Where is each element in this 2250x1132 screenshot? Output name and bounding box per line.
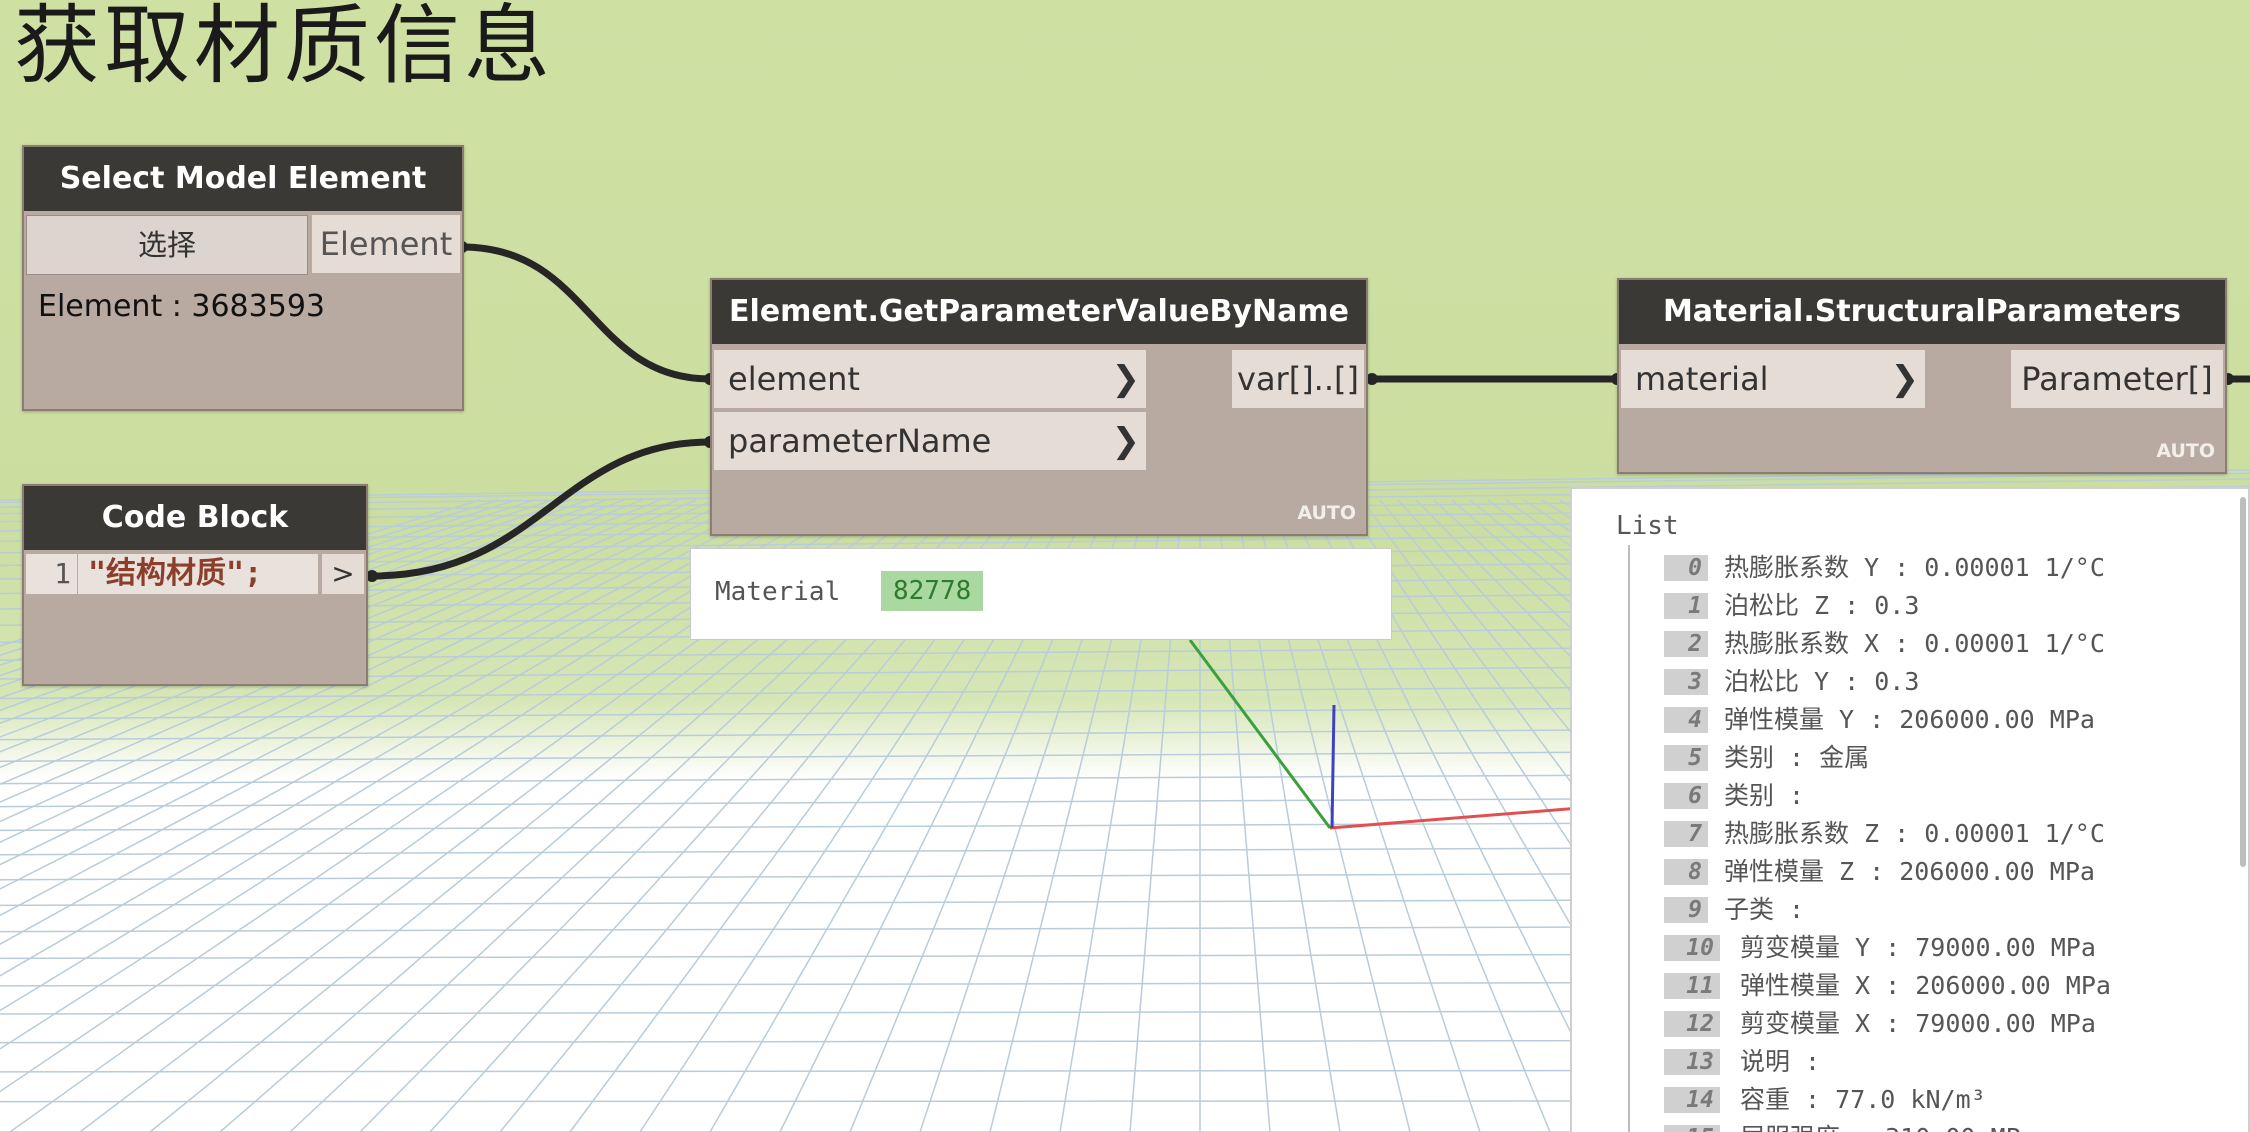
material-input-port[interactable]: material ❯: [1621, 350, 1925, 408]
node-title[interactable]: Code Block: [24, 486, 366, 550]
list-item-text: 容重 : 77.0 kN/m³: [1740, 1085, 1986, 1114]
lacing-badge: AUTO: [1297, 502, 1356, 524]
list-index-badge: 3: [1664, 669, 1708, 695]
page-title: 获取材质信息: [14, 0, 554, 96]
chevron-right-icon: ❯: [1111, 359, 1141, 399]
code-text[interactable]: "结构材质";: [88, 554, 262, 594]
list-item-text: 弹性模量 Z : 206000.00 MPa: [1724, 857, 2095, 886]
chevron-right-icon: ❯: [1111, 421, 1141, 461]
list-index-badge: 13: [1664, 1049, 1720, 1075]
list-index-badge: 9: [1664, 897, 1708, 923]
list-item-text: 类别 : 金属: [1724, 743, 1870, 772]
preview-label: Material: [715, 577, 841, 607]
list-item-text: 热膨胀系数 X : 0.00001 1/°C: [1724, 629, 2105, 658]
code-editor[interactable]: 1 "结构材质";: [26, 554, 318, 594]
structural-parameters-node[interactable]: Material.StructuralParameters material ❯…: [1617, 278, 2227, 474]
list-tree-line: [1628, 545, 1630, 1132]
select-model-element-node[interactable]: Select Model Element 选择 Element Element …: [22, 145, 464, 411]
code-output-port[interactable]: >: [322, 554, 364, 594]
list-index-badge: 1: [1664, 593, 1708, 619]
selected-element-status: Element : 3683593: [38, 289, 325, 324]
list-index-badge: 0: [1664, 555, 1708, 581]
port-label: material: [1635, 360, 1769, 398]
parameterName-input-port[interactable]: parameterName ❯: [714, 412, 1146, 470]
list-index-badge: 8: [1664, 859, 1708, 885]
code-block-node[interactable]: Code Block 1 "结构材质"; >: [22, 484, 368, 686]
list-index-badge: 11: [1664, 973, 1720, 999]
list-item-text: 泊松比 Y : 0.3: [1724, 667, 1920, 696]
list-index-badge: 14: [1664, 1087, 1720, 1113]
list-item-text: 剪变模量 X : 79000.00 MPa: [1740, 1009, 2096, 1038]
chevron-right-icon: ❯: [1890, 359, 1920, 399]
dynamo-canvas[interactable]: 获取材质信息 Select Model Element 选择 Element E…: [0, 0, 2250, 1132]
node-title[interactable]: Select Model Element: [24, 147, 462, 211]
z-axis-line: [1330, 704, 1336, 829]
get-parameter-value-node[interactable]: Element.GetParameterValueByName element …: [710, 278, 1368, 536]
scrollbar[interactable]: [2240, 497, 2246, 867]
list-index-badge: 5: [1664, 745, 1708, 771]
list-index-badge: 10: [1664, 935, 1720, 961]
list-item-text: 类别 :: [1724, 781, 1805, 810]
list-item-text: 弹性模量 X : 206000.00 MPa: [1740, 971, 2111, 1000]
list-index-badge: 7: [1664, 821, 1708, 847]
list-index-badge: 15: [1664, 1125, 1720, 1132]
port-label: element: [728, 360, 860, 398]
list-item-text: 子类 :: [1724, 895, 1805, 924]
parameter-list-preview[interactable]: List 0 热膨胀系数 Y : 0.00001 1/°C 1 泊松比 Z : 0.3…: [1570, 487, 2250, 1132]
var-output-port[interactable]: var[]..[]: [1232, 350, 1364, 408]
select-button[interactable]: 选择: [26, 215, 308, 275]
list-item-text: 剪变模量 Y : 79000.00 MPa: [1740, 933, 2096, 962]
lacing-badge: AUTO: [2156, 440, 2215, 462]
list-index-badge: 4: [1664, 707, 1708, 733]
list-header: List: [1616, 511, 1679, 541]
list-item-text: 屈服强度 : 310.00 MPa: [1740, 1119, 2036, 1132]
list-index-badge: 2: [1664, 631, 1708, 657]
preview-value: 82778: [881, 571, 984, 611]
x-axis-line: [1329, 806, 1581, 830]
element-output-port[interactable]: Element: [312, 215, 460, 273]
parameter-output-port[interactable]: Parameter[]: [2011, 350, 2223, 408]
list-item-text: 说明 :: [1740, 1047, 1821, 1076]
node-title[interactable]: Material.StructuralParameters: [1619, 280, 2225, 344]
list-item-text: 泊松比 Z : 0.3: [1724, 591, 1920, 620]
list-item-text: 弹性模量 Y : 206000.00 MPa: [1724, 705, 2095, 734]
list-index-badge: 12: [1664, 1011, 1720, 1037]
material-preview-bubble[interactable]: Material 82778: [690, 548, 1392, 640]
element-input-port[interactable]: element ❯: [714, 350, 1146, 408]
node-title[interactable]: Element.GetParameterValueByName: [712, 280, 1366, 344]
list-index-badge: 6: [1664, 783, 1708, 809]
list-item-text: 热膨胀系数 Z : 0.00001 1/°C: [1724, 819, 2105, 848]
line-number: 1: [26, 554, 78, 594]
port-label: parameterName: [728, 422, 992, 460]
list-item-text: 热膨胀系数 Y : 0.00001 1/°C: [1724, 553, 2105, 582]
